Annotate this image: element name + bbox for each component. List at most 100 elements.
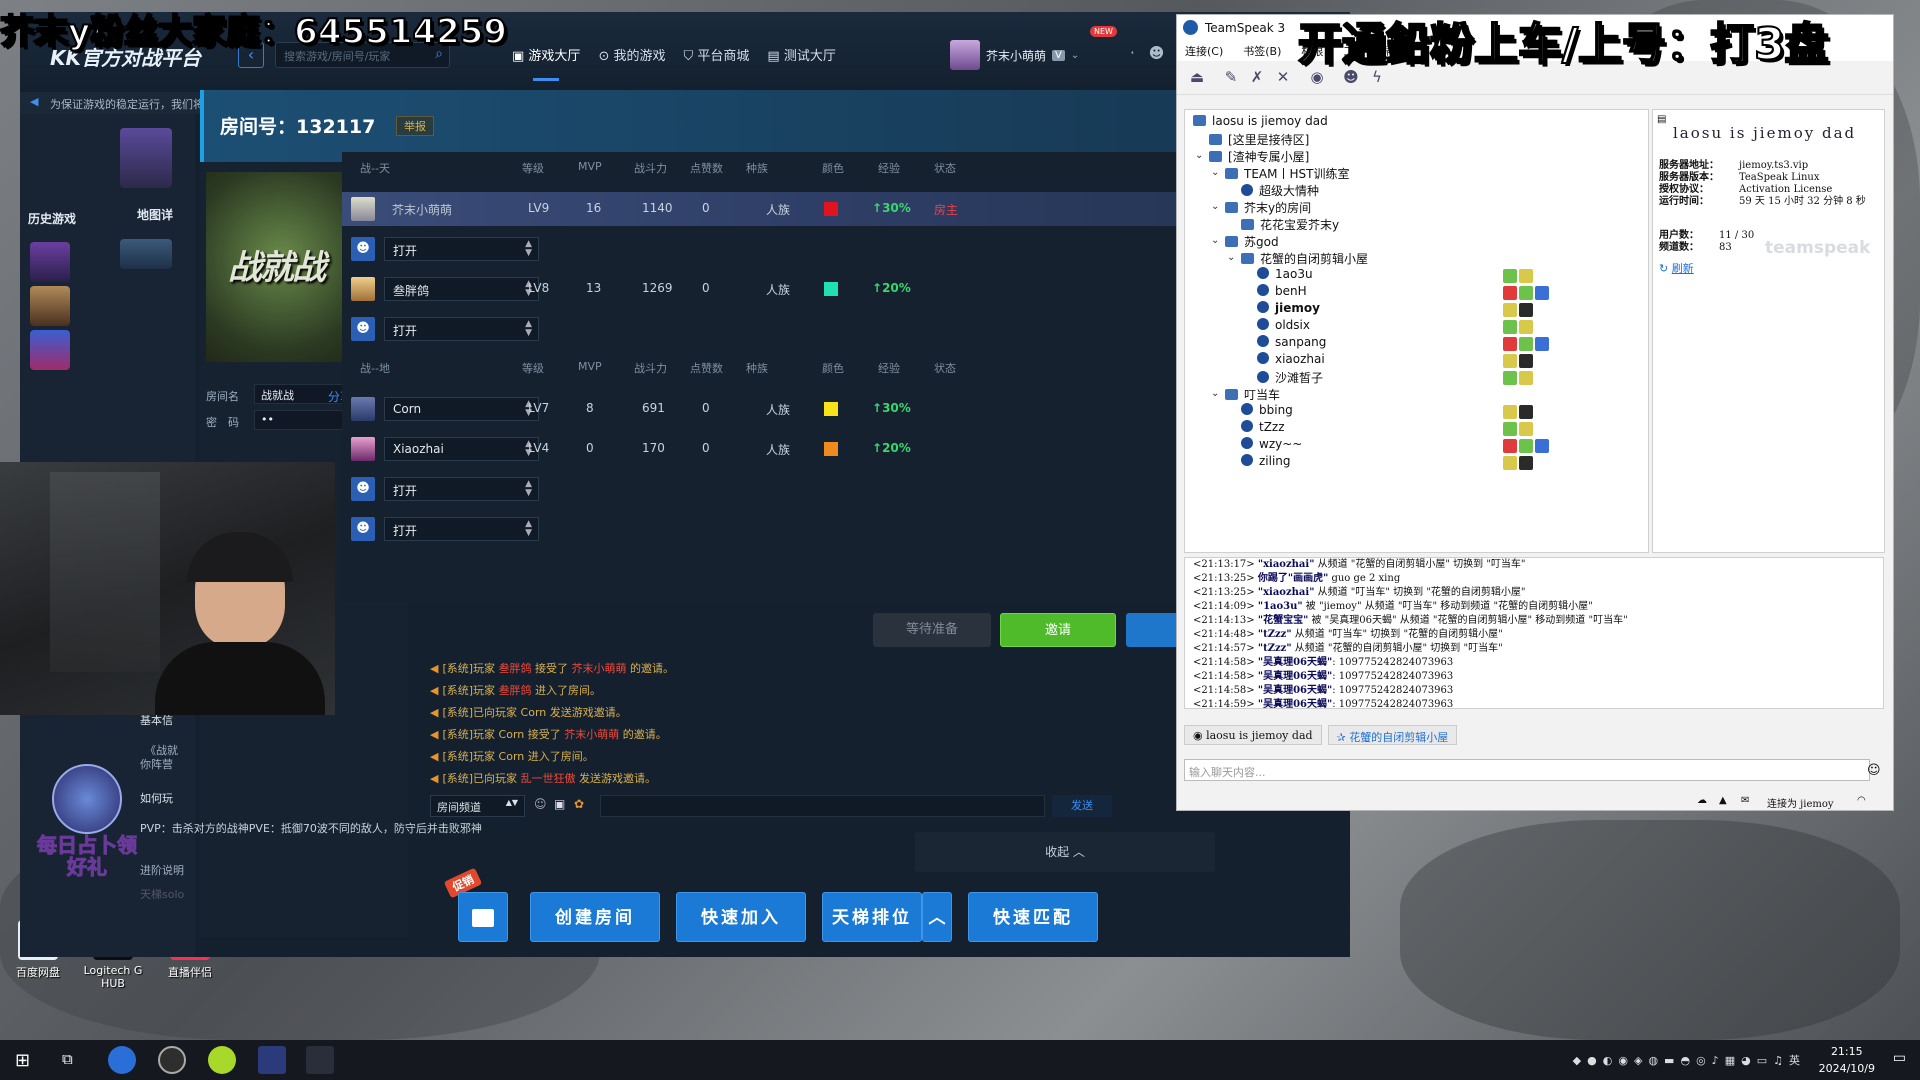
more-icon[interactable]: · — [1130, 44, 1135, 62]
mute-mic-icon[interactable]: ✗ — [1247, 68, 1267, 88]
mute-speaker-icon[interactable]: ✕ — [1273, 68, 1293, 88]
tray-steam-icon[interactable]: ◎ — [1696, 1054, 1706, 1067]
ladder-expand-button[interactable]: ︿ — [922, 892, 952, 942]
player-color[interactable] — [824, 402, 838, 416]
tray-app-icon[interactable]: ▬ — [1664, 1054, 1674, 1067]
server-icon: ▤ — [1657, 114, 1667, 125]
player-color[interactable] — [824, 442, 838, 456]
create-room-button[interactable]: 创建房间 — [530, 892, 660, 942]
server-name: laosu is jiemoy dad — [1673, 124, 1857, 142]
col-color: 颜色 — [822, 362, 844, 375]
ladder-ranking-button[interactable]: 天梯排位 — [822, 892, 922, 942]
player-color[interactable] — [824, 202, 838, 216]
nav-test-hall[interactable]: ▤ 测试大厅 — [767, 45, 835, 81]
slot-open-select[interactable]: 打开 ▲ ▼ — [384, 477, 539, 501]
emoji-icon[interactable]: ☺ — [1867, 763, 1881, 778]
taskbar-app-game-icon[interactable] — [208, 1046, 236, 1074]
badge-icon — [1503, 371, 1517, 385]
player-select[interactable]: Corn ▲ ▼ — [384, 397, 539, 421]
col-likes: 点赞数 — [690, 162, 723, 175]
store-button[interactable] — [458, 892, 508, 942]
signal-icon: ◠ — [1857, 795, 1866, 806]
taskbar-app-kk-icon[interactable] — [306, 1046, 334, 1074]
tray-volume-icon[interactable]: ♫ — [1773, 1054, 1783, 1067]
user-icon: ☻ — [351, 237, 375, 261]
player-select[interactable]: Xiaozhai ▲ ▼ — [384, 437, 539, 461]
send-button[interactable]: 发送 — [1052, 795, 1112, 817]
tray-app-icon[interactable]: ◍ — [1648, 1054, 1658, 1067]
windows-start-icon[interactable]: ⊞ — [15, 1050, 30, 1071]
nav-my-games[interactable]: ⊙ 我的游戏 — [598, 45, 665, 81]
tree-user[interactable]: ziling — [1241, 454, 1291, 475]
nav-store[interactable]: ⛉ 平台商城 — [683, 45, 749, 81]
ime-indicator[interactable]: 英 — [1789, 1052, 1800, 1068]
clock[interactable]: 21:15 2024/10/9 — [1819, 1043, 1875, 1077]
log-line: ◀ [系统]玩家 叁胖鸽 进入了房间。 — [430, 684, 602, 697]
room-name-label: 房间名 — [206, 390, 239, 403]
tray-mic-icon[interactable]: ♪ — [1712, 1054, 1719, 1067]
expand-arrow-icon[interactable]: ⌄ — [1211, 235, 1219, 246]
user-status-icon — [1241, 420, 1253, 432]
channel-icon — [1225, 389, 1238, 400]
mail-icon[interactable]: ✉ — [1741, 795, 1749, 806]
invite-button[interactable]: 邀请 — [1000, 613, 1116, 647]
refresh-link[interactable]: ↻ 刷新 — [1659, 260, 1694, 276]
tray-app-icon[interactable]: ◐ — [1603, 1054, 1613, 1067]
collapse-button[interactable]: 收起 ︿ — [915, 832, 1215, 872]
friends-icon[interactable]: ☻ — [1149, 44, 1165, 62]
expand-arrow-icon[interactable]: ⌄ — [1195, 150, 1203, 161]
disconnect-icon[interactable]: ✎ — [1221, 68, 1241, 88]
taskbar-app-se-icon[interactable] — [258, 1046, 286, 1074]
daily-divination-banner[interactable]: 每日占卜领好礼 — [32, 764, 142, 884]
player-select[interactable]: 叁胖鸽 ▲ ▼ — [384, 277, 539, 301]
menu-bookmarks[interactable]: 书签(B) — [1243, 43, 1281, 59]
tray-kk-icon[interactable]: ◆ — [1573, 1054, 1581, 1067]
menu-connect[interactable]: 连接(C) — [1185, 43, 1223, 59]
system-tray: ◆ ● ◐ ◉ ◈ ◍ ▬ ◓ ◎ ♪ ▦ ◕ ▭ ♫ 英 — [1573, 1040, 1800, 1080]
streamer-shirt — [155, 642, 325, 715]
expand-arrow-icon[interactable]: ⌄ — [1211, 201, 1219, 212]
tray-app-icon[interactable]: ● — [1587, 1054, 1597, 1067]
expand-arrow-icon[interactable]: ⌄ — [1227, 252, 1235, 263]
server-tab-icon: ◉ — [1193, 729, 1207, 742]
notification-icon[interactable]: ▭ — [1893, 1050, 1906, 1066]
quick-match-button[interactable]: 快速匹配 — [968, 892, 1098, 942]
recent-game-thumb[interactable] — [30, 242, 70, 282]
log-timestamp: <21:14:09> — [1193, 601, 1255, 612]
channel-icon — [1241, 253, 1254, 264]
expand-arrow-icon[interactable]: ⌄ — [1211, 167, 1219, 178]
tray-app-icon[interactable]: ◓ — [1680, 1054, 1690, 1067]
report-button[interactable]: 举报 — [396, 116, 434, 136]
slot-open-select[interactable]: 打开 ▲ ▼ — [384, 517, 539, 541]
cart-icon: ⛉ — [683, 49, 698, 64]
cover-title: 战就战 — [228, 248, 326, 288]
quick-join-button[interactable]: 快速加入 — [676, 892, 806, 942]
slot-open-select[interactable]: 打开 ▲ ▼ — [384, 317, 539, 341]
tray-network-icon[interactable]: ▭ — [1757, 1054, 1767, 1067]
slot-row[interactable]: 芥末小萌萌 LV9 16 1140 0 人族 ↑30% 房主 — [342, 192, 1282, 226]
user-profile[interactable]: 芥末小萌萌 V ⌄ — [950, 40, 1079, 70]
expand-arrow-icon[interactable]: ⌄ — [1211, 388, 1219, 399]
ready-button[interactable]: 等待准备 — [873, 613, 991, 647]
tab-server[interactable]: ◉ laosu is jiemoy dad — [1184, 725, 1322, 745]
tray-app-icon[interactable]: ◉ — [1618, 1054, 1628, 1067]
recent-game-thumb[interactable] — [30, 330, 70, 370]
tray-app-icon[interactable]: ▦ — [1725, 1054, 1735, 1067]
tray-app-icon[interactable]: ◈ — [1634, 1054, 1642, 1067]
connect-icon[interactable]: ⏏ — [1187, 68, 1207, 88]
user-badges — [1503, 456, 1533, 470]
player-color[interactable] — [824, 282, 838, 296]
slot-open-select[interactable]: 打开 ▲ ▼ — [384, 237, 539, 261]
badge-icon — [1519, 405, 1533, 419]
recent-game-thumb[interactable] — [30, 286, 70, 326]
task-view-icon[interactable]: ⧉ — [62, 1050, 73, 1068]
nav-game-hall[interactable]: ▣ 游戏大厅 — [512, 45, 580, 81]
server-uptime: 运行时间： 59 天 15 小时 32 分钟 8 秒 — [1659, 196, 1866, 207]
taskbar-app-obs-icon[interactable] — [158, 1046, 186, 1074]
teamspeak-logo-icon — [1183, 20, 1198, 35]
tab-channel[interactable]: ✰ 花蟹的自闭剪辑小屋 — [1327, 725, 1458, 745]
taskbar-app-browser-icon[interactable] — [108, 1046, 136, 1074]
ts-chat-input[interactable]: 输入聊天内容... — [1184, 759, 1870, 781]
log-timestamp: <21:14:13> — [1193, 615, 1255, 626]
tray-app-icon[interactable]: ◕ — [1741, 1054, 1751, 1067]
